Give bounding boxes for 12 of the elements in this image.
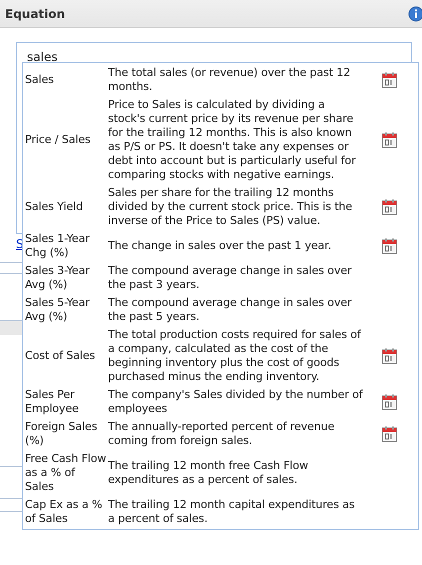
suggestion-description: The compound average change in sales over the past 5 years. [107, 296, 353, 324]
suggestion-description: The compound average change in sales over the past 3 years. [107, 264, 353, 292]
suggestion-description: The change in sales over the past 1 year. [107, 239, 332, 253]
suggestion-description: The trailing 12 month free Cash Flow expenditures as a percent of sales. [107, 459, 310, 487]
suggestion-description: Sales per share for the trailing 12 months divided by the current stock price. This is the inverse of the Price to Sales (PS) value. [107, 186, 354, 228]
suggestion-description: The total sales (or revenue) over the past 12 months. [107, 66, 352, 94]
suggestion-description: The total production costs required for sales of a company, calculated as the cost of the beginning inventory plus the cost of goods purchased minus the ending inventory. [107, 328, 362, 384]
suggestion-description: The trailing 12 month capital expenditures as a percent of sales. [107, 498, 356, 526]
panel-title: Equation [5, 6, 66, 20]
suggestion-description: The company's Sales divided by the number of employees [107, 388, 363, 416]
suggestion-description: Price to Sales is calculated by dividing a stock's current price by its revenue per share for the trailing 12 months. This is also known as P/S or PS. It doesn't take any expenses or debt into account but is particularly useful for comparing stocks with negative earnings. [107, 98, 357, 182]
suggestion-description: The annually-reported percent of revenue coming from foreign sales. [107, 420, 336, 448]
